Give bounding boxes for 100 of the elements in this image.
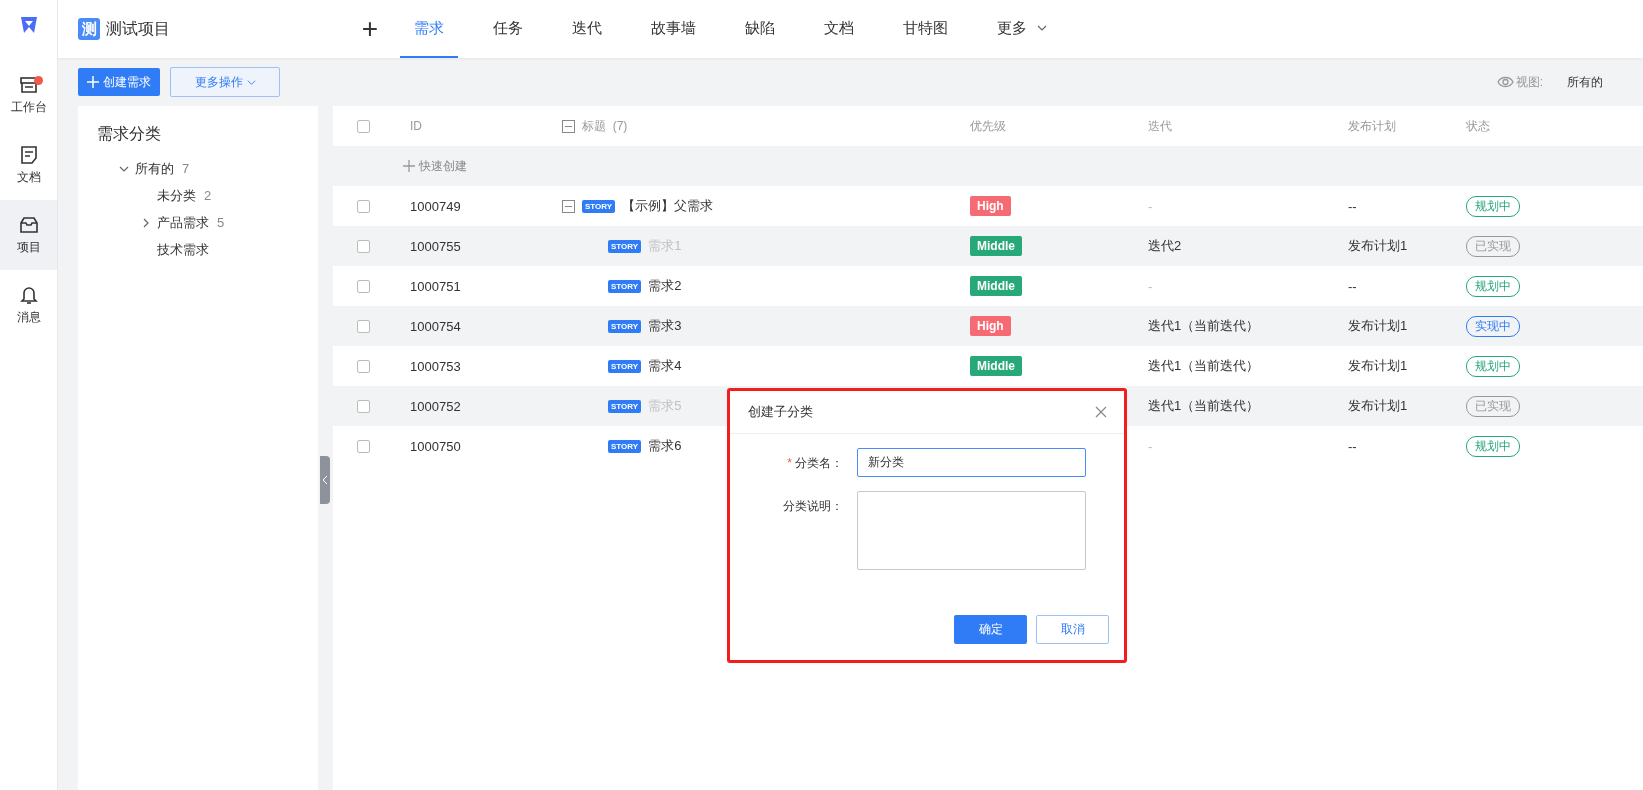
name-field[interactable]: 新分类 bbox=[857, 448, 1086, 477]
status-tag: 规划中 bbox=[1466, 195, 1520, 217]
story-title[interactable]: 【示例】父需求 bbox=[622, 197, 714, 215]
iteration-cell-text: - bbox=[1147, 438, 1154, 454]
status-tag: 已实现 bbox=[1466, 235, 1520, 257]
nav-tab[interactable]: 更多 bbox=[983, 0, 1061, 58]
release-cell-text: -- bbox=[1347, 278, 1358, 294]
row-checkbox[interactable] bbox=[356, 199, 370, 213]
create-button[interactable]: 创建需求 bbox=[78, 68, 160, 96]
collapse-icon[interactable] bbox=[562, 199, 575, 213]
id-cell-text: 1000749 bbox=[409, 198, 462, 214]
collapse-handle[interactable] bbox=[320, 456, 330, 504]
iteration-cell-text: 迭代2 bbox=[1147, 237, 1183, 255]
story-title[interactable]: 需求4 bbox=[648, 357, 682, 375]
plus-icon bbox=[87, 76, 99, 88]
column-header: 优先级 bbox=[969, 117, 1007, 135]
nav-tab[interactable]: 迭代 bbox=[558, 0, 616, 58]
tree-item[interactable]: 未分类 bbox=[157, 186, 196, 205]
item-count: 2 bbox=[204, 188, 212, 203]
priority-tag: Middle bbox=[970, 356, 1022, 376]
column-header: 状态 bbox=[1465, 117, 1491, 135]
iteration-cell-text: 迭代1（当前迭代） bbox=[1147, 317, 1261, 335]
story-tag: STORY bbox=[608, 439, 642, 453]
field-label: * 分类名： bbox=[786, 455, 844, 472]
rail-item[interactable]: 工作台 bbox=[0, 60, 57, 130]
release-cell-text: -- bbox=[1347, 438, 1358, 454]
story-tag: STORY bbox=[608, 399, 642, 413]
story-title[interactable]: 需求2 bbox=[648, 277, 682, 295]
id-cell-text: 1000755 bbox=[409, 238, 462, 254]
id-cell-text: 1000752 bbox=[409, 398, 462, 414]
row-checkbox[interactable] bbox=[356, 319, 370, 333]
status-tag: 实现中 bbox=[1466, 315, 1520, 337]
view-label: 视图: bbox=[1515, 73, 1543, 91]
priority-tag: High bbox=[970, 316, 1011, 336]
story-tag: STORY bbox=[608, 239, 642, 253]
row-checkbox[interactable] bbox=[356, 359, 370, 373]
nav-tab[interactable]: 文档 bbox=[810, 0, 868, 58]
nav-tab[interactable]: 需求 bbox=[400, 0, 458, 58]
status-tag: 规划中 bbox=[1466, 275, 1520, 297]
close-button[interactable] bbox=[1095, 406, 1107, 418]
select-all-checkbox[interactable] bbox=[356, 119, 370, 133]
iteration-cell-text: - bbox=[1147, 198, 1154, 214]
item-count: 5 bbox=[217, 215, 225, 230]
tree-item[interactable]: 产品需求 bbox=[157, 213, 209, 232]
story-tag: STORY bbox=[582, 199, 616, 213]
rail-item[interactable]: 消息 bbox=[0, 270, 57, 340]
project-logo: 测 bbox=[78, 18, 100, 40]
iteration-cell-text: 迭代1（当前迭代） bbox=[1147, 397, 1261, 415]
row-checkbox[interactable] bbox=[356, 279, 370, 293]
item-count: 7 bbox=[182, 161, 190, 176]
iteration-cell-text: 迭代1（当前迭代） bbox=[1147, 357, 1261, 375]
more-actions-button[interactable]: 更多操作 bbox=[170, 67, 280, 97]
chevron-right-icon[interactable] bbox=[141, 217, 151, 228]
project-name: 测试项目 bbox=[106, 18, 171, 39]
status-tag: 规划中 bbox=[1466, 435, 1520, 457]
story-tag: STORY bbox=[608, 359, 642, 373]
nav-tab[interactable]: 缺陷 bbox=[731, 0, 789, 58]
column-header: 迭代 bbox=[1147, 117, 1173, 135]
dialog-title: 创建子分类 bbox=[748, 403, 813, 421]
view-selector[interactable]: 所有的 bbox=[1567, 73, 1603, 91]
tree-item[interactable]: 技术需求 bbox=[157, 240, 209, 259]
panel-title: 需求分类 bbox=[97, 124, 162, 144]
plus-icon bbox=[403, 160, 415, 172]
rail-item[interactable]: 项目 bbox=[0, 200, 57, 270]
id-cell-text: 1000750 bbox=[409, 438, 462, 454]
row-checkbox[interactable] bbox=[356, 439, 370, 453]
column-header: ID bbox=[409, 119, 423, 133]
document-icon bbox=[18, 144, 39, 165]
chevron-down-icon[interactable] bbox=[1037, 23, 1047, 33]
story-title[interactable]: 需求3 bbox=[648, 317, 682, 335]
nav-tab[interactable]: 任务 bbox=[479, 0, 537, 58]
row-checkbox[interactable] bbox=[356, 399, 370, 413]
release-cell-text: 发布计划1 bbox=[1347, 397, 1409, 415]
release-cell-text: 发布计划1 bbox=[1347, 357, 1409, 375]
confirm-button[interactable]: 确定 bbox=[954, 615, 1027, 644]
tree-item[interactable]: 所有的 bbox=[135, 159, 174, 178]
collapse-icon[interactable] bbox=[562, 119, 575, 133]
iteration-cell-text: - bbox=[1147, 278, 1154, 294]
column-header: 发布计划 bbox=[1347, 117, 1397, 135]
nav-tab[interactable]: 故事墙 bbox=[637, 0, 710, 58]
notification-icon bbox=[18, 284, 39, 305]
description-field[interactable] bbox=[857, 491, 1086, 570]
rail-item[interactable]: 文档 bbox=[0, 130, 57, 200]
inbox-icon bbox=[18, 214, 39, 235]
tray-icon bbox=[18, 74, 39, 95]
priority-tag: Middle bbox=[970, 236, 1022, 256]
story-tag: STORY bbox=[608, 279, 642, 293]
field-label: 分类说明： bbox=[782, 498, 844, 515]
priority-tag: High bbox=[970, 196, 1011, 216]
status-tag: 规划中 bbox=[1466, 355, 1520, 377]
priority-tag: Middle bbox=[970, 276, 1022, 296]
status-tag: 已实现 bbox=[1466, 395, 1520, 417]
row-checkbox[interactable] bbox=[356, 239, 370, 253]
story-title[interactable]: 需求6 bbox=[648, 437, 682, 455]
add-button[interactable]: + bbox=[340, 9, 400, 49]
column-header: 标题 (7) bbox=[582, 117, 628, 135]
nav-tab[interactable]: 甘特图 bbox=[889, 0, 962, 58]
release-cell-text: 发布计划1 bbox=[1347, 317, 1409, 335]
cancel-button[interactable]: 取消 bbox=[1036, 615, 1109, 644]
release-cell-text: 发布计划1 bbox=[1347, 237, 1409, 255]
